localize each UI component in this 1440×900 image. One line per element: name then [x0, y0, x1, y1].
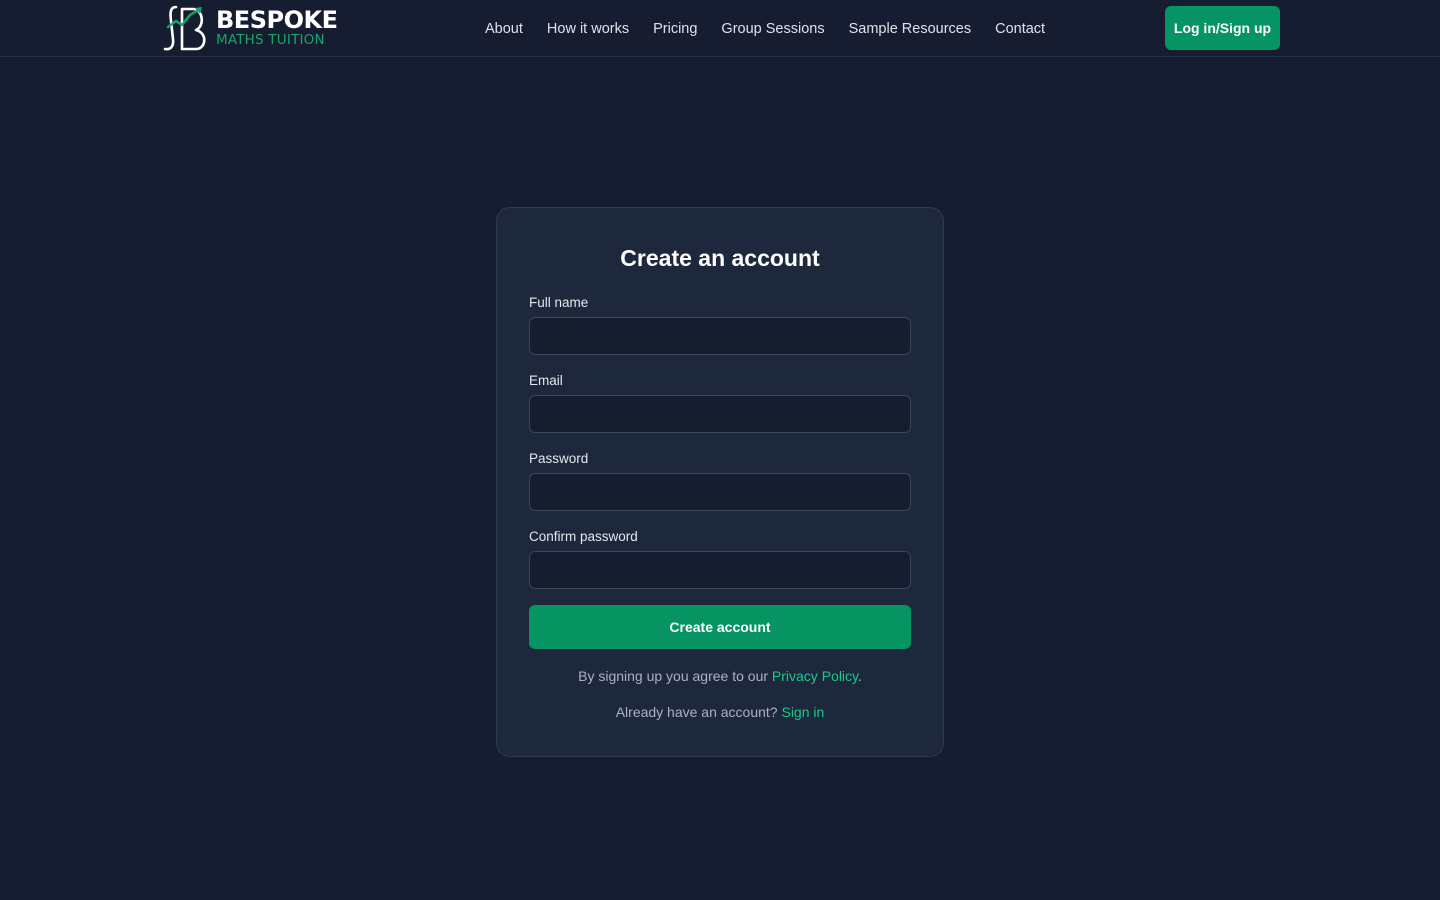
password-label: Password — [529, 451, 589, 466]
privacy-suffix: . — [858, 668, 862, 684]
nav-group-sessions[interactable]: Group Sessions — [721, 21, 824, 37]
nav-sample-resources[interactable]: Sample Resources — [849, 21, 972, 37]
logo-text: BESPOKE MATHS TUITION — [216, 6, 338, 49]
privacy-prefix: By signing up you agree to our — [578, 668, 772, 684]
email-label: Email — [529, 373, 563, 388]
nav-how-it-works[interactable]: How it works — [547, 21, 629, 37]
nav-pricing[interactable]: Pricing — [653, 21, 697, 37]
signin-prefix: Already have an account? — [615, 704, 782, 720]
email-group: Email — [529, 373, 911, 433]
privacy-policy-link[interactable]: Privacy Policy — [772, 668, 858, 684]
site-header: BESPOKE MATHS TUITION About How it works… — [0, 0, 1440, 57]
signin-note: Already have an account? Sign in — [529, 704, 911, 720]
confirm-password-input[interactable] — [529, 551, 911, 589]
email-input[interactable] — [529, 395, 911, 433]
full-name-input[interactable] — [529, 317, 911, 355]
full-name-group: Full name — [529, 295, 911, 355]
password-input[interactable] — [529, 473, 911, 511]
privacy-note: By signing up you agree to our Privacy P… — [529, 668, 911, 684]
nav-about[interactable]: About — [485, 21, 523, 37]
login-signup-button[interactable]: Log in/Sign up — [1165, 6, 1280, 50]
password-group: Password — [529, 451, 911, 511]
integral-chart-logo-icon — [163, 5, 206, 51]
brand-logo[interactable]: BESPOKE MATHS TUITION — [162, 3, 338, 53]
confirm-password-label: Confirm password — [529, 529, 638, 544]
sign-in-link[interactable]: Sign in — [781, 704, 824, 720]
create-account-button[interactable]: Create account — [529, 605, 911, 649]
page-title: Create an account — [620, 245, 820, 271]
nav-contact[interactable]: Contact — [995, 21, 1045, 37]
full-name-label: Full name — [529, 295, 589, 310]
logo-brand: BESPOKE — [216, 6, 338, 35]
signup-form: Full name Email Password Confirm passwor… — [529, 295, 911, 649]
signup-card: Create an account Full name Email Passwo… — [496, 207, 944, 757]
confirm-password-group: Confirm password — [529, 529, 911, 589]
logo-subtitle: MATHS TUITION — [216, 32, 325, 49]
main-nav: About How it works Pricing Group Session… — [485, 0, 1045, 57]
